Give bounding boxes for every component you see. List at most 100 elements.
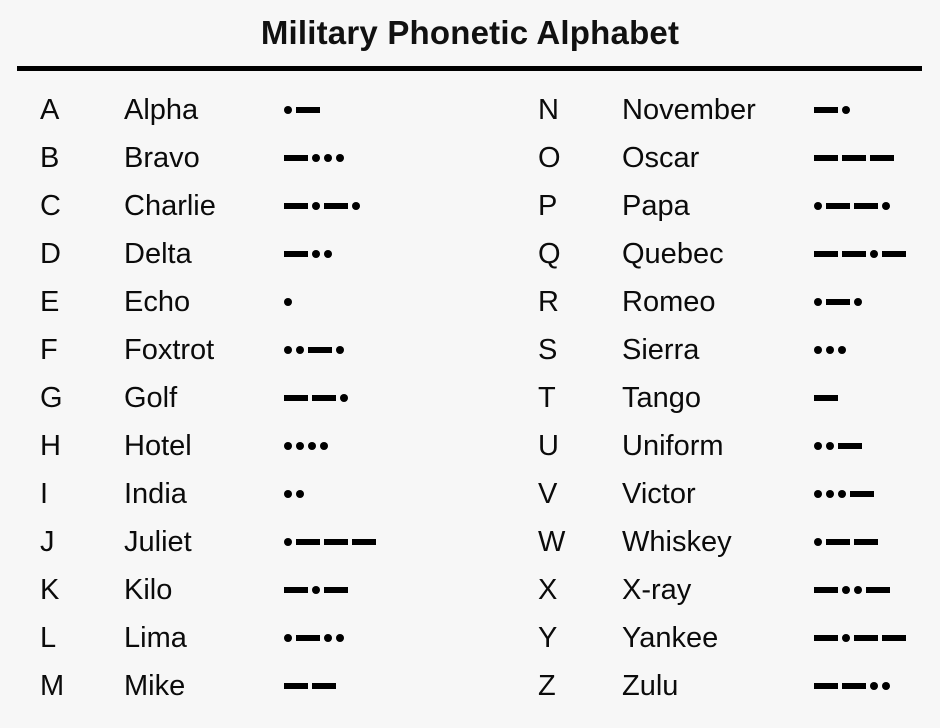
table-row: Z Zulu [538, 662, 940, 710]
morse-dash-icon [284, 587, 308, 593]
table-row: V Victor [538, 470, 940, 518]
alphabet-table: A Alpha B Bravo C Charlie D Delta E Echo F Foxtrot G… [0, 86, 940, 710]
codeword-cell: Lima [124, 622, 187, 654]
morse-code [814, 191, 890, 221]
morse-dot-icon [814, 202, 822, 210]
phonetic-alphabet-sheet: Military Phonetic Alphabet A Alpha B Bravo C… [0, 0, 940, 728]
codeword-cell: Yankee [622, 622, 719, 654]
morse-code [814, 335, 846, 365]
codeword-cell: Romeo [622, 286, 716, 318]
morse-dot-icon [814, 538, 822, 546]
codeword-cell: Whiskey [622, 526, 732, 558]
morse-dot-icon [312, 250, 320, 258]
morse-dot-icon [826, 442, 834, 450]
letter-cell: L [40, 622, 57, 654]
morse-code [284, 575, 348, 605]
morse-dash-icon [296, 107, 320, 113]
codeword-cell: Tango [622, 382, 702, 414]
letter-cell: R [538, 286, 559, 318]
codeword-cell: Kilo [124, 574, 173, 606]
letter-cell: V [538, 478, 558, 510]
morse-code [814, 431, 862, 461]
morse-dash-icon [814, 107, 838, 113]
morse-dash-icon [882, 251, 906, 257]
morse-dot-icon [296, 490, 304, 498]
codeword-cell: Bravo [124, 142, 200, 174]
morse-code [284, 143, 344, 173]
morse-code [284, 527, 376, 557]
morse-dash-icon [826, 539, 850, 545]
table-row: Y Yankee [538, 614, 940, 662]
letter-cell: F [40, 334, 58, 366]
morse-code [814, 479, 874, 509]
morse-code [814, 671, 890, 701]
morse-code [284, 287, 292, 317]
morse-dot-icon [284, 298, 292, 306]
table-row: E Echo [40, 278, 500, 326]
morse-code [814, 575, 890, 605]
morse-dot-icon [882, 682, 890, 690]
table-row: B Bravo [40, 134, 500, 182]
codeword-cell: India [124, 478, 187, 510]
morse-dot-icon [838, 490, 846, 498]
morse-dot-icon [814, 298, 822, 306]
codeword-cell: X-ray [622, 574, 692, 606]
morse-dash-icon [838, 443, 862, 449]
morse-dash-icon [814, 635, 838, 641]
letter-cell: H [40, 430, 61, 462]
table-row: M Mike [40, 662, 500, 710]
morse-dot-icon [352, 202, 360, 210]
title-divider [17, 66, 922, 71]
morse-dash-icon [324, 203, 348, 209]
morse-dash-icon [284, 683, 308, 689]
morse-dash-icon [814, 395, 838, 401]
morse-dash-icon [324, 587, 348, 593]
morse-dot-icon [324, 154, 332, 162]
morse-dash-icon [284, 251, 308, 257]
morse-dot-icon [826, 490, 834, 498]
morse-code [284, 479, 304, 509]
morse-dot-icon [870, 250, 878, 258]
morse-dot-icon [826, 346, 834, 354]
table-row: X X-ray [538, 566, 940, 614]
morse-dot-icon [870, 682, 878, 690]
letter-cell: J [40, 526, 55, 558]
morse-dot-icon [882, 202, 890, 210]
table-row: F Foxtrot [40, 326, 500, 374]
table-row: D Delta [40, 230, 500, 278]
morse-dot-icon [284, 442, 292, 450]
page-title: Military Phonetic Alphabet [260, 14, 680, 51]
morse-dot-icon [320, 442, 328, 450]
letter-cell: U [538, 430, 559, 462]
table-row: H Hotel [40, 422, 500, 470]
morse-dash-icon [312, 395, 336, 401]
morse-dash-icon [854, 203, 878, 209]
morse-dot-icon [814, 490, 822, 498]
codeword-cell: Golf [124, 382, 178, 414]
letter-cell: K [40, 574, 60, 606]
morse-dash-icon [842, 683, 866, 689]
table-row: T Tango [538, 374, 940, 422]
morse-dot-icon [842, 106, 850, 114]
letter-cell: W [538, 526, 566, 558]
alphabet-column-left: A Alpha B Bravo C Charlie D Delta E Echo F Foxtrot G… [0, 86, 500, 710]
table-row: G Golf [40, 374, 500, 422]
table-row: I India [40, 470, 500, 518]
codeword-cell: Charlie [124, 190, 216, 222]
morse-dash-icon [842, 251, 866, 257]
codeword-cell: Echo [124, 286, 191, 318]
table-row: C Charlie [40, 182, 500, 230]
morse-dash-icon [352, 539, 376, 545]
morse-code [814, 527, 878, 557]
morse-dash-icon [826, 203, 850, 209]
letter-cell: N [538, 94, 559, 126]
morse-dash-icon [296, 539, 320, 545]
morse-dot-icon [324, 250, 332, 258]
table-row: N November [538, 86, 940, 134]
morse-dot-icon [284, 634, 292, 642]
codeword-cell: Uniform [622, 430, 724, 462]
morse-dot-icon [284, 538, 292, 546]
morse-dot-icon [854, 298, 862, 306]
morse-dash-icon [324, 539, 348, 545]
morse-code [284, 431, 328, 461]
